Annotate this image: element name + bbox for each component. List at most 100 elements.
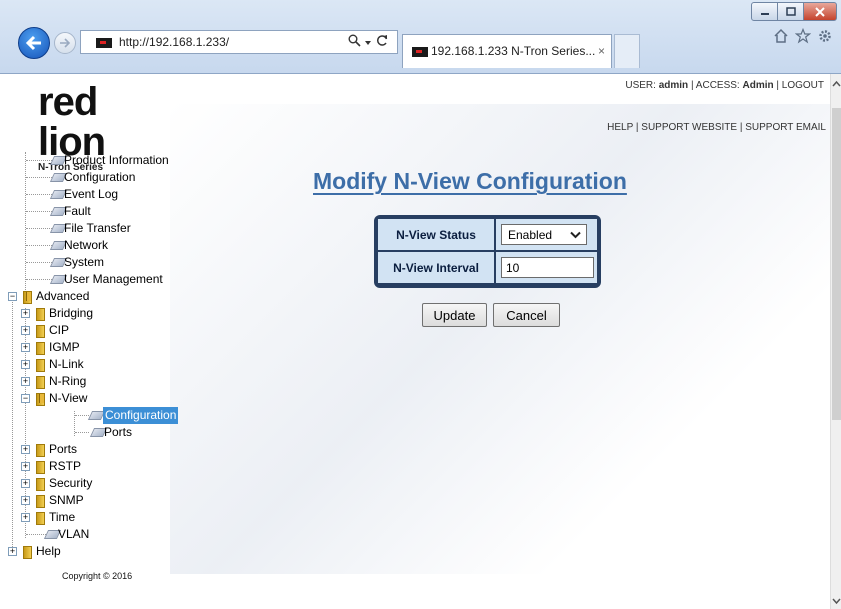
interval-input[interactable]: 10: [501, 257, 594, 278]
status-select[interactable]: Enabled: [501, 224, 587, 245]
tree-item-vlan[interactable]: VLAN: [8, 526, 188, 543]
address-bar[interactable]: http://192.168.1.233/: [80, 30, 398, 54]
home-icon[interactable]: [773, 28, 789, 44]
tree-item-label[interactable]: N-Link: [49, 356, 84, 373]
update-button[interactable]: Update: [422, 303, 487, 327]
folder-icon: [34, 512, 45, 525]
expand-icon[interactable]: +: [21, 377, 30, 386]
tree-item-label[interactable]: Event Log: [64, 186, 118, 203]
form-row-status: N-View Status Enabled: [378, 219, 597, 250]
expand-icon[interactable]: +: [21, 309, 30, 318]
folder-icon: [34, 461, 45, 474]
tree-item-rstp[interactable]: + RSTP: [8, 458, 188, 475]
tree-item-label[interactable]: RSTP: [49, 458, 81, 475]
cancel-button[interactable]: Cancel: [493, 303, 560, 327]
scrollbar-thumb[interactable]: [832, 108, 841, 420]
tree-item-bridging[interactable]: + Bridging: [8, 305, 188, 322]
forward-button[interactable]: [54, 32, 76, 54]
tree-item-label[interactable]: N-View: [49, 390, 87, 407]
expand-icon[interactable]: +: [21, 445, 30, 454]
logout-link[interactable]: LOGOUT: [782, 80, 824, 91]
tab-close-icon[interactable]: ×: [598, 44, 605, 58]
star-icon[interactable]: [795, 28, 811, 44]
browser-tab[interactable]: 192.168.1.233 N-Tron Series... ×: [402, 34, 612, 68]
expand-icon[interactable]: +: [21, 513, 30, 522]
tree-item-label[interactable]: CIP: [49, 322, 69, 339]
tree-item-label[interactable]: VLAN: [58, 526, 89, 543]
expand-icon[interactable]: +: [21, 326, 30, 335]
close-window-button[interactable]: [803, 2, 837, 21]
separator: |: [635, 122, 639, 133]
folder-icon: [34, 359, 45, 372]
tree-item-snmp[interactable]: + SNMP: [8, 492, 188, 509]
tree-item-label[interactable]: Network: [64, 237, 108, 254]
collapse-icon[interactable]: −: [21, 394, 30, 403]
tree-item-label-selected[interactable]: Configuration: [103, 407, 179, 424]
tree-item-label[interactable]: File Transfer: [64, 220, 131, 237]
folder-open-icon: [21, 291, 32, 304]
tree-item-n-link[interactable]: + N-Link: [8, 356, 188, 373]
tree-item-label[interactable]: Ports: [104, 424, 132, 441]
vertical-scrollbar[interactable]: [830, 74, 841, 609]
tree-item-help[interactable]: + Help: [8, 543, 188, 560]
tree-item-n-view[interactable]: − N-View: [8, 390, 188, 407]
support-email-link[interactable]: SUPPORT EMAIL: [745, 122, 826, 133]
collapse-icon[interactable]: −: [8, 292, 17, 301]
tree-item-label[interactable]: Fault: [64, 203, 91, 220]
support-website-link[interactable]: SUPPORT WEBSITE: [641, 122, 737, 133]
tree-item-advanced[interactable]: − Advanced: [8, 288, 188, 305]
tree-item-label[interactable]: Configuration: [64, 169, 135, 186]
access-value: Admin: [742, 80, 774, 91]
maximize-button[interactable]: [777, 2, 804, 21]
help-link[interactable]: HELP: [607, 122, 633, 133]
expand-icon[interactable]: +: [21, 343, 30, 352]
tree-item-ports[interactable]: + Ports: [8, 441, 188, 458]
tree-item-label[interactable]: SNMP: [49, 492, 84, 509]
tree-item-configuration[interactable]: Configuration: [8, 169, 188, 186]
tree-item-n-ring[interactable]: + N-Ring: [8, 373, 188, 390]
expand-icon[interactable]: +: [21, 462, 30, 471]
tree-item-label[interactable]: Advanced: [36, 288, 89, 305]
tree-item-time[interactable]: + Time: [8, 509, 188, 526]
navigation-tree: Product Information Configuration Event …: [8, 152, 188, 560]
expand-icon[interactable]: +: [8, 547, 17, 556]
scroll-up-icon[interactable]: [832, 80, 841, 88]
tree-item-igmp[interactable]: + IGMP: [8, 339, 188, 356]
tree-item-n-view-configuration[interactable]: Configuration: [8, 407, 188, 424]
tree-item-file-transfer[interactable]: File Transfer: [8, 220, 188, 237]
tree-item-fault[interactable]: Fault: [8, 203, 188, 220]
tree-item-network[interactable]: Network: [8, 237, 188, 254]
tree-item-product-information[interactable]: Product Information: [8, 152, 188, 169]
refresh-icon[interactable]: [376, 34, 389, 47]
tree-item-user-management[interactable]: User Management: [8, 271, 188, 288]
gear-icon[interactable]: [817, 28, 833, 44]
access-label: ACCESS:: [695, 80, 740, 91]
tree-item-security[interactable]: + Security: [8, 475, 188, 492]
new-tab-button[interactable]: [614, 34, 640, 68]
tree-item-label[interactable]: Ports: [49, 441, 77, 458]
tree-item-label[interactable]: System: [64, 254, 104, 271]
tree-item-label[interactable]: Product Information: [64, 152, 169, 169]
url-text[interactable]: http://192.168.1.233/: [119, 35, 229, 49]
tree-item-n-view-ports[interactable]: Ports: [8, 424, 188, 441]
expand-icon[interactable]: +: [21, 496, 30, 505]
forward-arrow-icon: [60, 38, 71, 48]
tree-item-label[interactable]: IGMP: [49, 339, 80, 356]
tree-item-label[interactable]: Security: [49, 475, 92, 492]
tree-item-label[interactable]: Help: [36, 543, 61, 560]
tree-item-label[interactable]: User Management: [64, 271, 163, 288]
tree-item-cip[interactable]: + CIP: [8, 322, 188, 339]
expand-icon[interactable]: +: [21, 360, 30, 369]
minimize-button[interactable]: [751, 2, 778, 21]
expand-icon[interactable]: +: [21, 479, 30, 488]
back-button[interactable]: [18, 27, 50, 59]
tree-item-label[interactable]: Time: [49, 509, 75, 526]
scroll-down-icon[interactable]: [832, 597, 841, 605]
dropdown-arrow-icon[interactable]: [364, 39, 372, 47]
tree-item-label[interactable]: Bridging: [49, 305, 93, 322]
tree-item-event-log[interactable]: Event Log: [8, 186, 188, 203]
tree-item-label[interactable]: N-Ring: [49, 373, 86, 390]
separator: |: [776, 80, 779, 91]
tree-item-system[interactable]: System: [8, 254, 188, 271]
search-icon[interactable]: [348, 34, 361, 47]
